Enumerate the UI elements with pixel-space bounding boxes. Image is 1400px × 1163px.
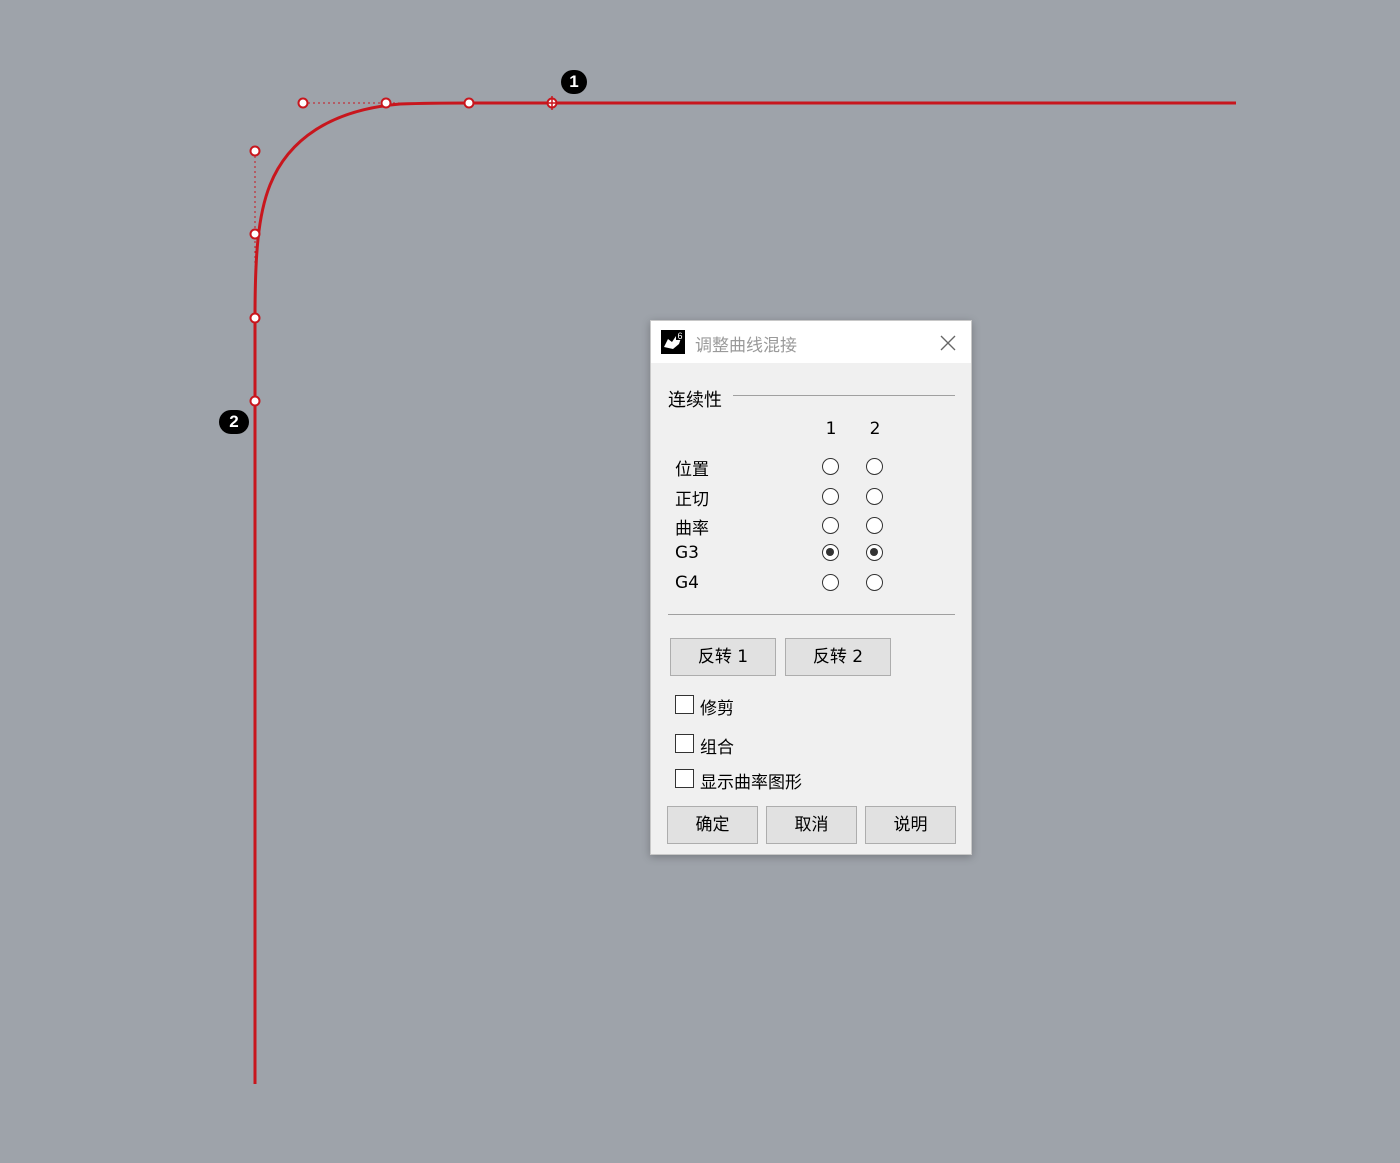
radio-g4-end-1[interactable] [822,574,839,591]
continuity-label-tangent: 正切 [675,490,709,510]
control-point[interactable] [463,97,475,109]
join-label: 组合 [700,738,734,758]
column-header-end-1: 1 [825,419,837,439]
control-point[interactable] [249,145,261,157]
blend-curve[interactable] [253,101,470,319]
dialog-title: 调整曲线混接 [695,336,797,356]
continuity-label-position: 位置 [675,460,709,480]
curve-marker-1: 1 [561,70,587,94]
radio-g3-end-2[interactable] [866,544,883,561]
cancel-button[interactable]: 取消 [766,806,857,844]
help-button[interactable]: 说明 [865,806,956,844]
control-point[interactable] [249,312,261,324]
radio-g3-end-1[interactable] [822,544,839,561]
continuity-group-label: 连续性 [668,390,722,411]
reverse-1-button[interactable]: 反转 1 [670,638,776,676]
group-divider [733,395,955,396]
trim-label: 修剪 [700,699,734,719]
trim-checkbox[interactable] [675,695,694,714]
show-curvature-graph-checkbox[interactable] [675,769,694,788]
radio-position-end-2[interactable] [866,458,883,475]
dialog-titlebar[interactable]: 6 调整曲线混接 [651,321,971,363]
join-checkbox[interactable] [675,734,694,753]
radio-tangent-end-2[interactable] [866,488,883,505]
radio-g4-end-2[interactable] [866,574,883,591]
control-point[interactable] [297,97,309,109]
curve-endpoint-crosshair-icon[interactable] [545,96,559,110]
column-header-end-2: 2 [869,419,881,439]
ok-button[interactable]: 确定 [667,806,758,844]
close-icon[interactable] [937,332,959,354]
continuity-label-g3: G3 [675,543,699,563]
section-divider [668,614,955,615]
continuity-label-g4: G4 [675,573,699,593]
curve-marker-2: 2 [219,410,249,434]
control-point[interactable] [380,97,392,109]
control-point[interactable] [249,228,261,240]
rhino-6-app-icon: 6 [661,330,685,354]
control-point[interactable] [249,395,261,407]
svg-text:6: 6 [677,331,682,341]
show-curvature-graph-label: 显示曲率图形 [700,773,802,793]
radio-tangent-end-1[interactable] [822,488,839,505]
radio-position-end-1[interactable] [822,458,839,475]
continuity-label-curvature: 曲率 [675,519,709,539]
reverse-2-button[interactable]: 反转 2 [785,638,891,676]
radio-curvature-end-1[interactable] [822,517,839,534]
radio-curvature-end-2[interactable] [866,517,883,534]
adjust-blend-dialog: 6 调整曲线混接 连续性 1 2 位置 正切 曲率 G3 G4 反转 1 反转 … [650,320,972,855]
